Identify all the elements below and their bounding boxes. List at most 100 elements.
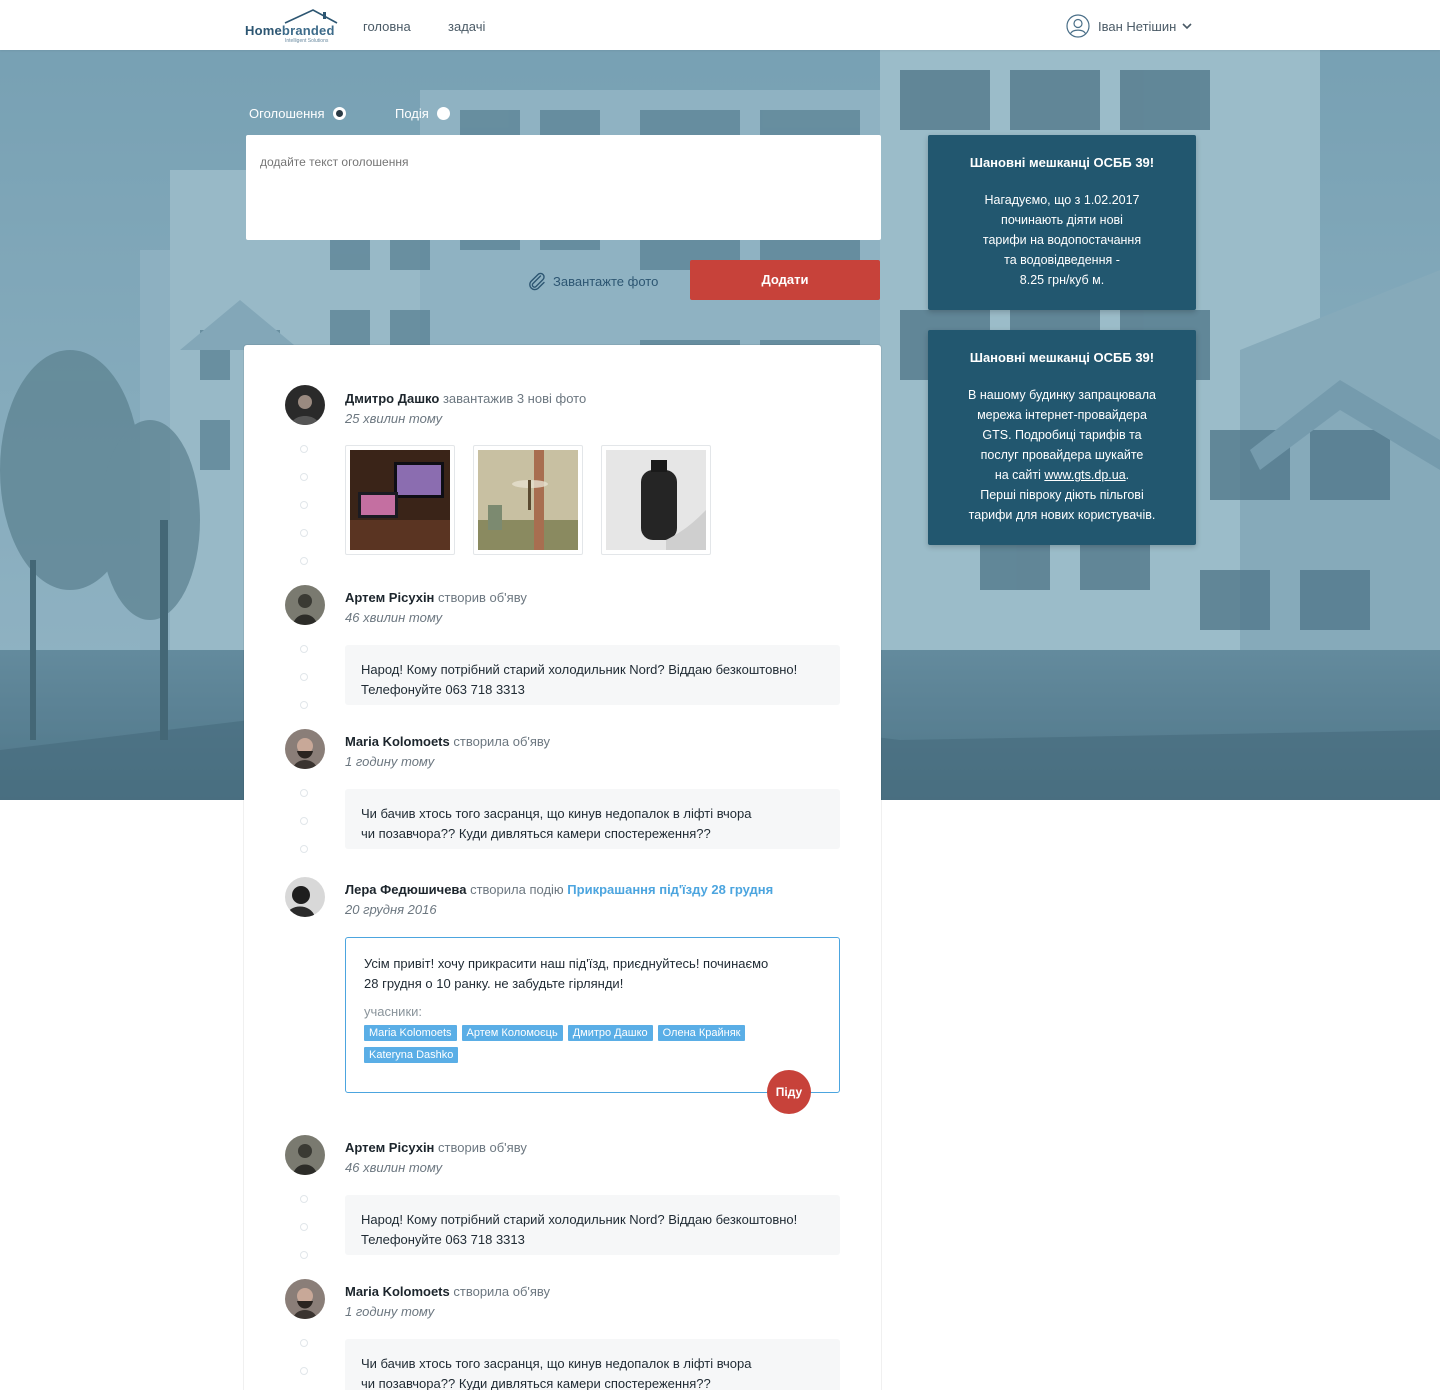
timeline-dot [300, 1195, 308, 1203]
avatar[interactable] [285, 385, 325, 425]
notice-line: Перші півроку діють пільгові [980, 488, 1144, 502]
notice-body: Нагадуємо, що з 1.02.2017 починають діят… [952, 190, 1172, 290]
event-option[interactable]: Подія [395, 106, 450, 121]
avatar[interactable] [285, 585, 325, 625]
notice-line: починають діяти нові [1001, 213, 1123, 227]
announcement-message: Народ! Кому потрібний старий холодильник… [345, 1195, 840, 1255]
laptop-desk-photo[interactable] [345, 445, 455, 555]
avatar[interactable] [285, 1279, 325, 1319]
notice-card-internet-provider: Шановні мешканці ОСББ 39! В нашому будин… [928, 330, 1196, 545]
timeline-dot [300, 1339, 308, 1347]
user-name: Іван Нетішин [1098, 18, 1177, 34]
announcement-message: Народ! Кому потрібний старий холодильник… [345, 645, 840, 705]
timeline-dot [300, 1251, 308, 1259]
action-text: створив об'яву [438, 1140, 527, 1155]
timeline-dot [300, 1367, 308, 1375]
message-line: Телефонуйте 063 718 3313 [361, 682, 525, 697]
timestamp: 1 годину тому [345, 1304, 435, 1319]
notice-line: мережа інтернет-провайдера [977, 408, 1147, 422]
action-text: створила подію [470, 882, 564, 897]
timeline-dot [300, 557, 308, 565]
notice-line-with-link: на сайті www.gts.dp.ua. [952, 465, 1172, 485]
event-radio[interactable] [436, 107, 450, 120]
join-event-button[interactable]: Піду [767, 1070, 811, 1114]
notice-link-suffix: . [1125, 468, 1130, 482]
user-avatar-icon [1066, 14, 1090, 38]
announcement-option[interactable]: Оголошення [249, 106, 346, 121]
nav-tasks-link[interactable]: задачі [448, 19, 485, 34]
paperclip-icon [529, 272, 545, 291]
participant-tag[interactable]: Maria Kolomoets [364, 1025, 457, 1041]
hugo-bottle-photo[interactable] [601, 445, 711, 555]
feed-item-header: Артем Рісухін створив об'яву [345, 590, 527, 605]
nav-home-link[interactable]: головна [363, 19, 411, 34]
upload-photo-link[interactable]: Завантажте фото [527, 271, 658, 291]
timestamp: 25 хвилин тому [345, 411, 443, 426]
message-line: Чи бачив хтось того засранця, що кинув н… [361, 1356, 752, 1371]
activity-feed: Дмитро Дашко завантажив 3 нові фото 25 х… [244, 345, 881, 1390]
avatar[interactable] [285, 1135, 325, 1175]
event-card: Усім привіт! хочу прикрасити наш під'їзд… [345, 937, 840, 1093]
timeline-dot [300, 845, 308, 853]
feed-item-header: Артем Рісухін створив об'яву [345, 1140, 527, 1155]
top-navbar: Homebranded Intelligent Solutions головн… [0, 0, 1440, 50]
notice-line: 8.25 грн/куб м. [1019, 273, 1105, 287]
notice-title: Шановні мешканці ОСББ 39! [969, 350, 1155, 365]
event-line: 28 грудня о 10 ранку. не забудьте гірлян… [364, 976, 624, 991]
house-roof-icon [284, 9, 338, 24]
message-line: Чи бачив хтось того засранця, що кинув н… [361, 806, 752, 821]
user-menu[interactable]: Іван Нетішин [1066, 14, 1192, 38]
action-text: створила об'яву [453, 734, 551, 749]
notice-body: В нашому будинку запрацювала мережа інте… [952, 385, 1172, 525]
participants-label: учасники: [364, 1004, 423, 1019]
upload-photo-label: Завантажте фото [553, 273, 659, 289]
message-line: Народ! Кому потрібний старий холодильник… [361, 662, 798, 677]
announcement-text-input[interactable] [246, 135, 881, 240]
message-line: чи позавчора?? Куди дивляться камери спо… [361, 1376, 711, 1390]
feed-item-header: Дмитро Дашко завантажив 3 нові фото [345, 391, 586, 406]
timeline-dot [300, 817, 308, 825]
add-post-button[interactable]: Додати [690, 260, 880, 300]
event-link[interactable]: Прикрашання під'їзду 28 грудня [567, 882, 773, 897]
author-name[interactable]: Дмитро Дашко [345, 391, 439, 406]
gts-website-link[interactable]: www.gts.dp.ua [1044, 468, 1125, 482]
announcement-message: Чи бачив хтось того засранця, що кинув н… [345, 1339, 840, 1390]
message-line: чи позавчора?? Куди дивляться камери спо… [361, 826, 711, 841]
avatar[interactable] [285, 729, 325, 769]
notice-line: тарифи на водопостачання [982, 233, 1142, 247]
notice-link-prefix: на сайті [994, 468, 1045, 482]
feed-item-header: Maria Kolomoets створила об'яву [345, 734, 550, 749]
announcement-option-label: Оголошення [249, 106, 325, 121]
author-name[interactable]: Maria Kolomoets [345, 734, 450, 749]
timeline-dot [300, 645, 308, 653]
avatar[interactable] [285, 877, 325, 917]
notice-line: GTS. Подробиці тарифів та [982, 428, 1142, 442]
message-line: Телефонуйте 063 718 3313 [361, 1232, 525, 1247]
feed-item-header: Лера Федюшичева створила подію Прикрашан… [345, 882, 773, 897]
participant-tag[interactable]: Дмитро Дашко [567, 1025, 653, 1041]
timestamp: 20 грудня 2016 [345, 902, 437, 917]
participant-tag[interactable]: Олена Крайняк [657, 1025, 746, 1041]
message-line: Народ! Кому потрібний старий холодильник… [361, 1212, 798, 1227]
participant-tag[interactable]: Артем Коломоєць [461, 1025, 563, 1041]
timeline-dot [300, 789, 308, 797]
announcement-radio[interactable] [332, 107, 346, 120]
announcement-message: Чи бачив хтось того засранця, що кинув н… [345, 789, 840, 849]
participant-tag[interactable]: Kateryna Dashko [364, 1047, 459, 1063]
event-line: Усім привіт! хочу прикрасити наш під'їзд… [364, 956, 769, 971]
author-name[interactable]: Maria Kolomoets [345, 1284, 450, 1299]
author-name[interactable]: Лера Федюшичева [345, 882, 466, 897]
author-name[interactable]: Артем Рісухін [345, 1140, 434, 1155]
notice-line: Нагадуємо, що з 1.02.2017 [984, 193, 1140, 207]
notice-line: та водовідведення - [1004, 253, 1120, 267]
notice-line: В нашому будинку запрацювала [968, 388, 1156, 402]
timeline-dot [300, 445, 308, 453]
action-text: створила об'яву [453, 1284, 551, 1299]
timeline-dot [300, 701, 308, 709]
action-text: завантажив 3 нові фото [442, 391, 587, 406]
event-option-label: Подія [395, 106, 429, 121]
timeline-dot [300, 673, 308, 681]
homebranded-logo[interactable]: Homebranded Intelligent Solutions [245, 8, 340, 44]
author-name[interactable]: Артем Рісухін [345, 590, 434, 605]
dragonfly-photo[interactable] [473, 445, 583, 555]
